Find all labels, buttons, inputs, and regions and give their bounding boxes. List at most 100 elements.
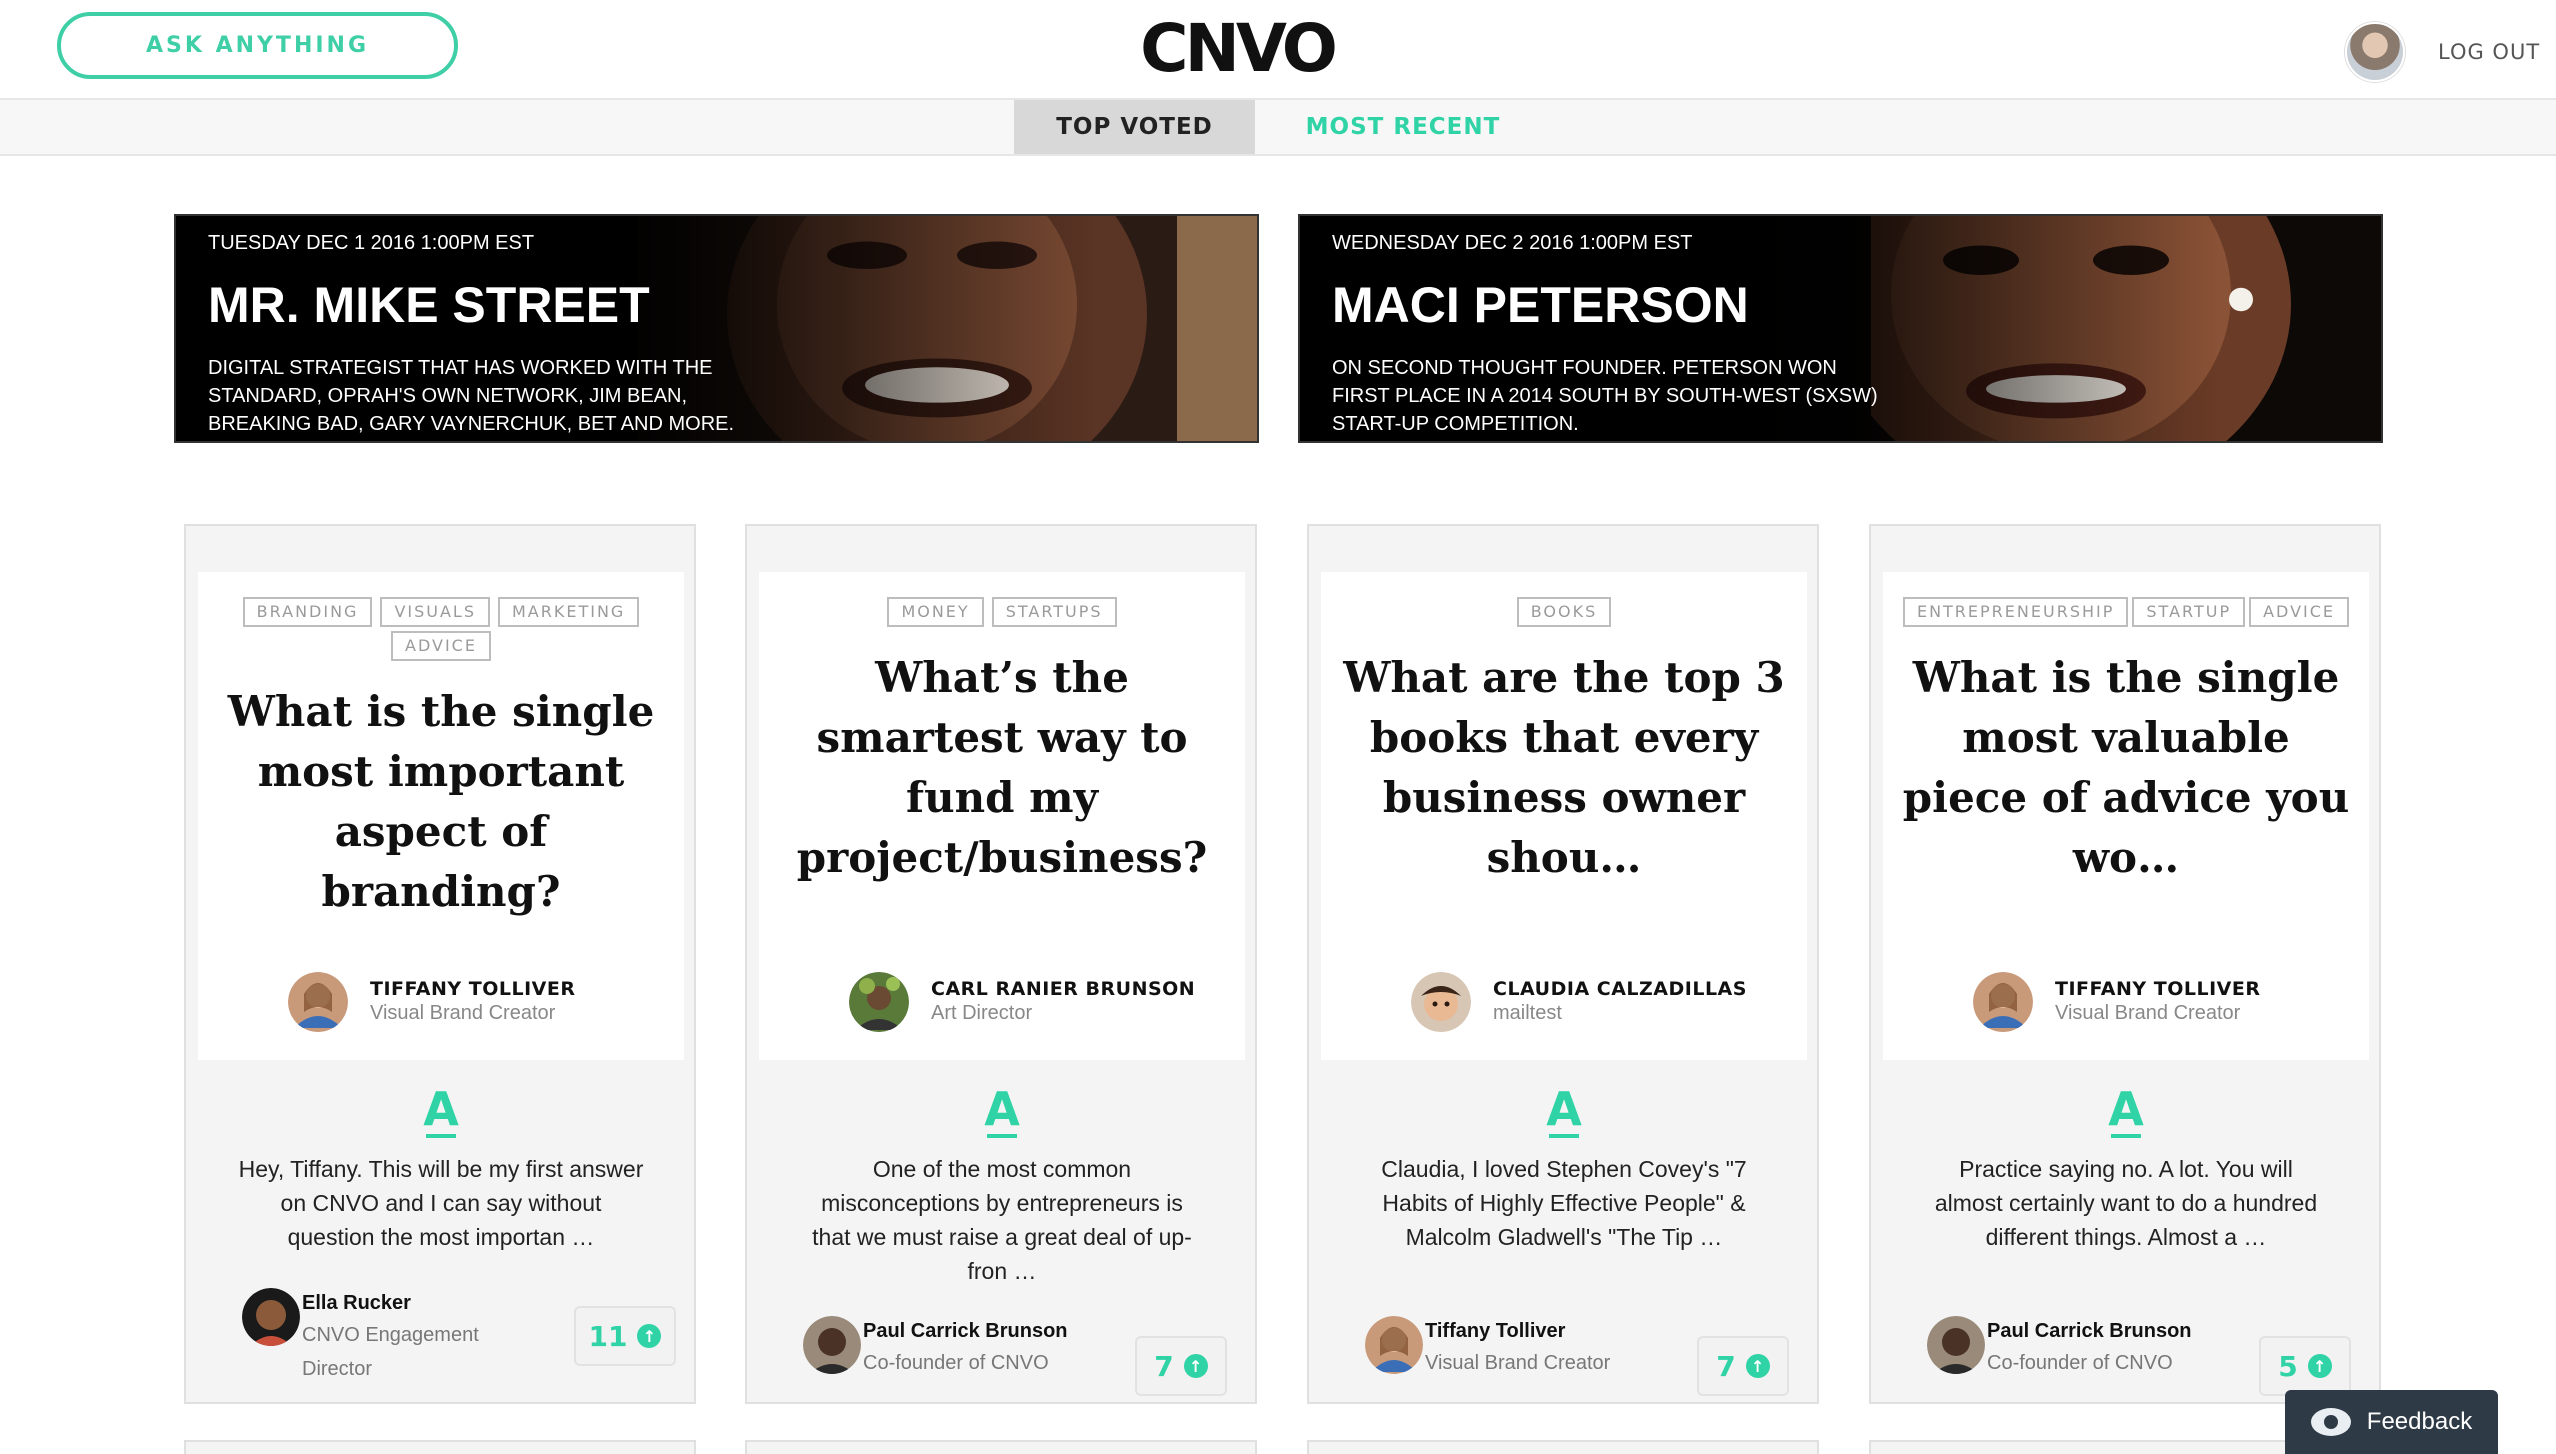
question-card[interactable]: BRANDING VISUALS MARKETING ADVICE What is t… bbox=[184, 524, 696, 1404]
user-avatar[interactable] bbox=[2345, 22, 2405, 82]
banner-date: WEDNESDAY DEC 2 2016 1:00PM EST bbox=[1332, 232, 1693, 254]
upvote-button[interactable]: 11 ↑ bbox=[574, 1306, 676, 1366]
tag[interactable]: STARTUPS bbox=[991, 597, 1117, 627]
answer-excerpt[interactable]: Practice saying no. A lot. You will almo… bbox=[1923, 1152, 2329, 1254]
asker-name[interactable]: TIFFANY TOLLIVER bbox=[2055, 978, 2261, 1000]
answerer-avatar bbox=[1365, 1316, 1423, 1374]
tag[interactable]: MARKETING bbox=[497, 597, 640, 627]
answerer-role: Co-founder of CNVO bbox=[863, 1352, 1049, 1374]
ask-anything-button[interactable]: ASK ANYTHING bbox=[57, 12, 458, 79]
answer-excerpt[interactable]: Claudia, I loved Stephen Covey's "7 Habi… bbox=[1361, 1152, 1767, 1254]
vote-count: 5 bbox=[2278, 1349, 2298, 1383]
answerer-role: Visual Brand Creator bbox=[1425, 1352, 1611, 1374]
asker-name[interactable]: CARL RANIER BRUNSON bbox=[931, 978, 1195, 1000]
tag[interactable]: STARTUP bbox=[2132, 597, 2246, 627]
question-panel[interactable]: BOOKS What are the top 3 books that ever… bbox=[1321, 572, 1807, 1060]
tab-most-recent[interactable]: MOST RECENT bbox=[1255, 100, 1551, 154]
banner-name: MACI PETERSON bbox=[1332, 277, 1749, 333]
answerer[interactable]: Paul Carrick Brunson Co-founder of CNVO bbox=[803, 1316, 1068, 1396]
arrow-up-icon: ↑ bbox=[637, 1324, 662, 1348]
question-title[interactable]: What’s the smartest way to fund my proje… bbox=[769, 648, 1235, 888]
answerer[interactable]: Tiffany Tolliver Visual Brand Creator bbox=[1365, 1316, 1625, 1396]
banner-description: DIGITAL STRATEGIST THAT HAS WORKED WITH … bbox=[208, 357, 735, 435]
answerer-name[interactable]: Paul Carrick Brunson bbox=[863, 1320, 1068, 1343]
featured-banner-mike-street[interactable]: TUESDAY DEC 1 2016 1:00PM EST MR. MIKE S… bbox=[174, 214, 1259, 443]
tag[interactable]: BRANDING bbox=[242, 597, 373, 627]
asker-avatar bbox=[1411, 972, 1471, 1032]
asker-role: Visual Brand Creator bbox=[2055, 1002, 2241, 1024]
asker-name[interactable]: TIFFANY TOLLIVER bbox=[370, 978, 576, 1000]
logout-link[interactable]: LOG OUT bbox=[2438, 40, 2540, 64]
asker-role: Visual Brand Creator bbox=[370, 1002, 556, 1024]
answer-panel[interactable]: A Practice saying no. A lot. You will al… bbox=[1883, 1066, 2369, 1396]
answerer-avatar bbox=[803, 1316, 861, 1374]
tag-list: BRANDING VISUALS MARKETING ADVICE bbox=[198, 596, 684, 664]
question-panel[interactable]: ENTREPRENEURSHIP STARTUP ADVICE What is th… bbox=[1883, 572, 2369, 1060]
arrow-up-icon: ↑ bbox=[2307, 1354, 2332, 1378]
tab-top-voted[interactable]: TOP VOTED bbox=[1014, 100, 1255, 154]
asker-role: mailtest bbox=[1493, 1002, 1562, 1024]
vote-count: 7 bbox=[1716, 1349, 1736, 1383]
question-card[interactable]: BOOKS What are the top 3 books that ever… bbox=[1307, 524, 1819, 1404]
cnvo-logo[interactable]: CNVO bbox=[1133, 10, 1341, 87]
answerer[interactable]: Ella Rucker CNVO Engagement Director bbox=[242, 1288, 502, 1380]
answerer-role: CNVO Engagement Director bbox=[302, 1324, 479, 1380]
question-title[interactable]: What is the single most important aspect… bbox=[208, 682, 674, 922]
vote-count: 11 bbox=[588, 1319, 628, 1353]
eye-icon bbox=[2310, 1408, 2351, 1436]
answerer-name[interactable]: Ella Rucker bbox=[302, 1292, 411, 1315]
answer-icon: A bbox=[418, 1086, 464, 1138]
answer-excerpt[interactable]: One of the most common misconceptions by… bbox=[799, 1152, 1205, 1288]
asker-avatar bbox=[288, 972, 348, 1032]
tag[interactable]: VISUALS bbox=[380, 597, 490, 627]
answerer-role: Co-founder of CNVO bbox=[1987, 1352, 2173, 1374]
tag[interactable]: ADVICE bbox=[391, 631, 491, 661]
vote-count: 7 bbox=[1154, 1349, 1174, 1383]
arrow-up-icon: ↑ bbox=[1745, 1354, 1770, 1378]
upvote-button[interactable]: 7 ↑ bbox=[1697, 1336, 1789, 1396]
top-header: ASK ANYTHING CNVO LOG OUT bbox=[0, 0, 2556, 100]
answer-panel[interactable]: A One of the most common misconceptions … bbox=[759, 1066, 1245, 1396]
question-card[interactable] bbox=[745, 1440, 1257, 1454]
feedback-button[interactable]: Feedback bbox=[2285, 1390, 2498, 1454]
upvote-button[interactable]: 5 ↑ bbox=[2259, 1336, 2351, 1396]
answerer-avatar bbox=[1927, 1316, 1985, 1374]
banner-name: MR. MIKE STREET bbox=[208, 277, 650, 333]
tag-list: ENTREPRENEURSHIP STARTUP ADVICE bbox=[1883, 596, 2369, 630]
tag-list: MONEY STARTUPS bbox=[759, 596, 1245, 630]
question-card[interactable]: MONEY STARTUPS What’s the smartest way to… bbox=[745, 524, 1257, 1404]
tag-list: BOOKS bbox=[1321, 596, 1807, 630]
sort-tabs: TOP VOTED MOST RECENT bbox=[0, 100, 2556, 156]
tag[interactable]: ADVICE bbox=[2249, 597, 2350, 627]
tag[interactable]: ENTREPRENEURSHIP bbox=[1902, 597, 2129, 627]
answerer[interactable]: Paul Carrick Brunson Co-founder of CNVO bbox=[1927, 1316, 2192, 1396]
question-title[interactable]: What are the top 3 books that every busi… bbox=[1331, 648, 1797, 888]
question-title[interactable]: What is the single most valuable piece o… bbox=[1893, 648, 2359, 888]
arrow-up-icon: ↑ bbox=[1183, 1354, 1208, 1378]
question-card[interactable]: ENTREPRENEURSHIP STARTUP ADVICE What is th… bbox=[1869, 524, 2381, 1404]
asker-avatar bbox=[849, 972, 909, 1032]
banner-date: TUESDAY DEC 1 2016 1:00PM EST bbox=[208, 232, 535, 254]
answer-icon: A bbox=[979, 1086, 1025, 1138]
banner-description: ON SECOND THOUGHT FOUNDER. PETERSON WON … bbox=[1332, 357, 1878, 435]
answer-icon: A bbox=[2103, 1086, 2149, 1138]
answerer-name[interactable]: Paul Carrick Brunson bbox=[1987, 1320, 2192, 1343]
asker-role: Art Director bbox=[931, 1002, 1033, 1024]
answer-icon: A bbox=[1541, 1086, 1587, 1138]
question-panel[interactable]: MONEY STARTUPS What’s the smartest way to… bbox=[759, 572, 1245, 1060]
answer-panel[interactable]: A Hey, Tiffany. This will be my first an… bbox=[198, 1066, 684, 1388]
upvote-button[interactable]: 7 ↑ bbox=[1135, 1336, 1227, 1396]
answer-panel[interactable]: A Claudia, I loved Stephen Covey's "7 Ha… bbox=[1321, 1066, 1807, 1396]
answerer-avatar bbox=[242, 1288, 300, 1346]
answer-excerpt[interactable]: Hey, Tiffany. This will be my first answ… bbox=[238, 1152, 644, 1254]
question-card[interactable] bbox=[1307, 1440, 1819, 1454]
tag[interactable]: MONEY bbox=[887, 597, 984, 627]
tag[interactable]: BOOKS bbox=[1516, 597, 1612, 627]
asker-name[interactable]: CLAUDIA CALZADILLAS bbox=[1493, 978, 1747, 1000]
asker-avatar bbox=[1973, 972, 2033, 1032]
question-card[interactable] bbox=[184, 1440, 696, 1454]
feedback-label: Feedback bbox=[2366, 1408, 2473, 1435]
answerer-name[interactable]: Tiffany Tolliver bbox=[1425, 1320, 1565, 1343]
featured-banner-maci-peterson[interactable]: WEDNESDAY DEC 2 2016 1:00PM EST MACI PET… bbox=[1298, 214, 2383, 443]
question-panel[interactable]: BRANDING VISUALS MARKETING ADVICE What is t… bbox=[198, 572, 684, 1060]
